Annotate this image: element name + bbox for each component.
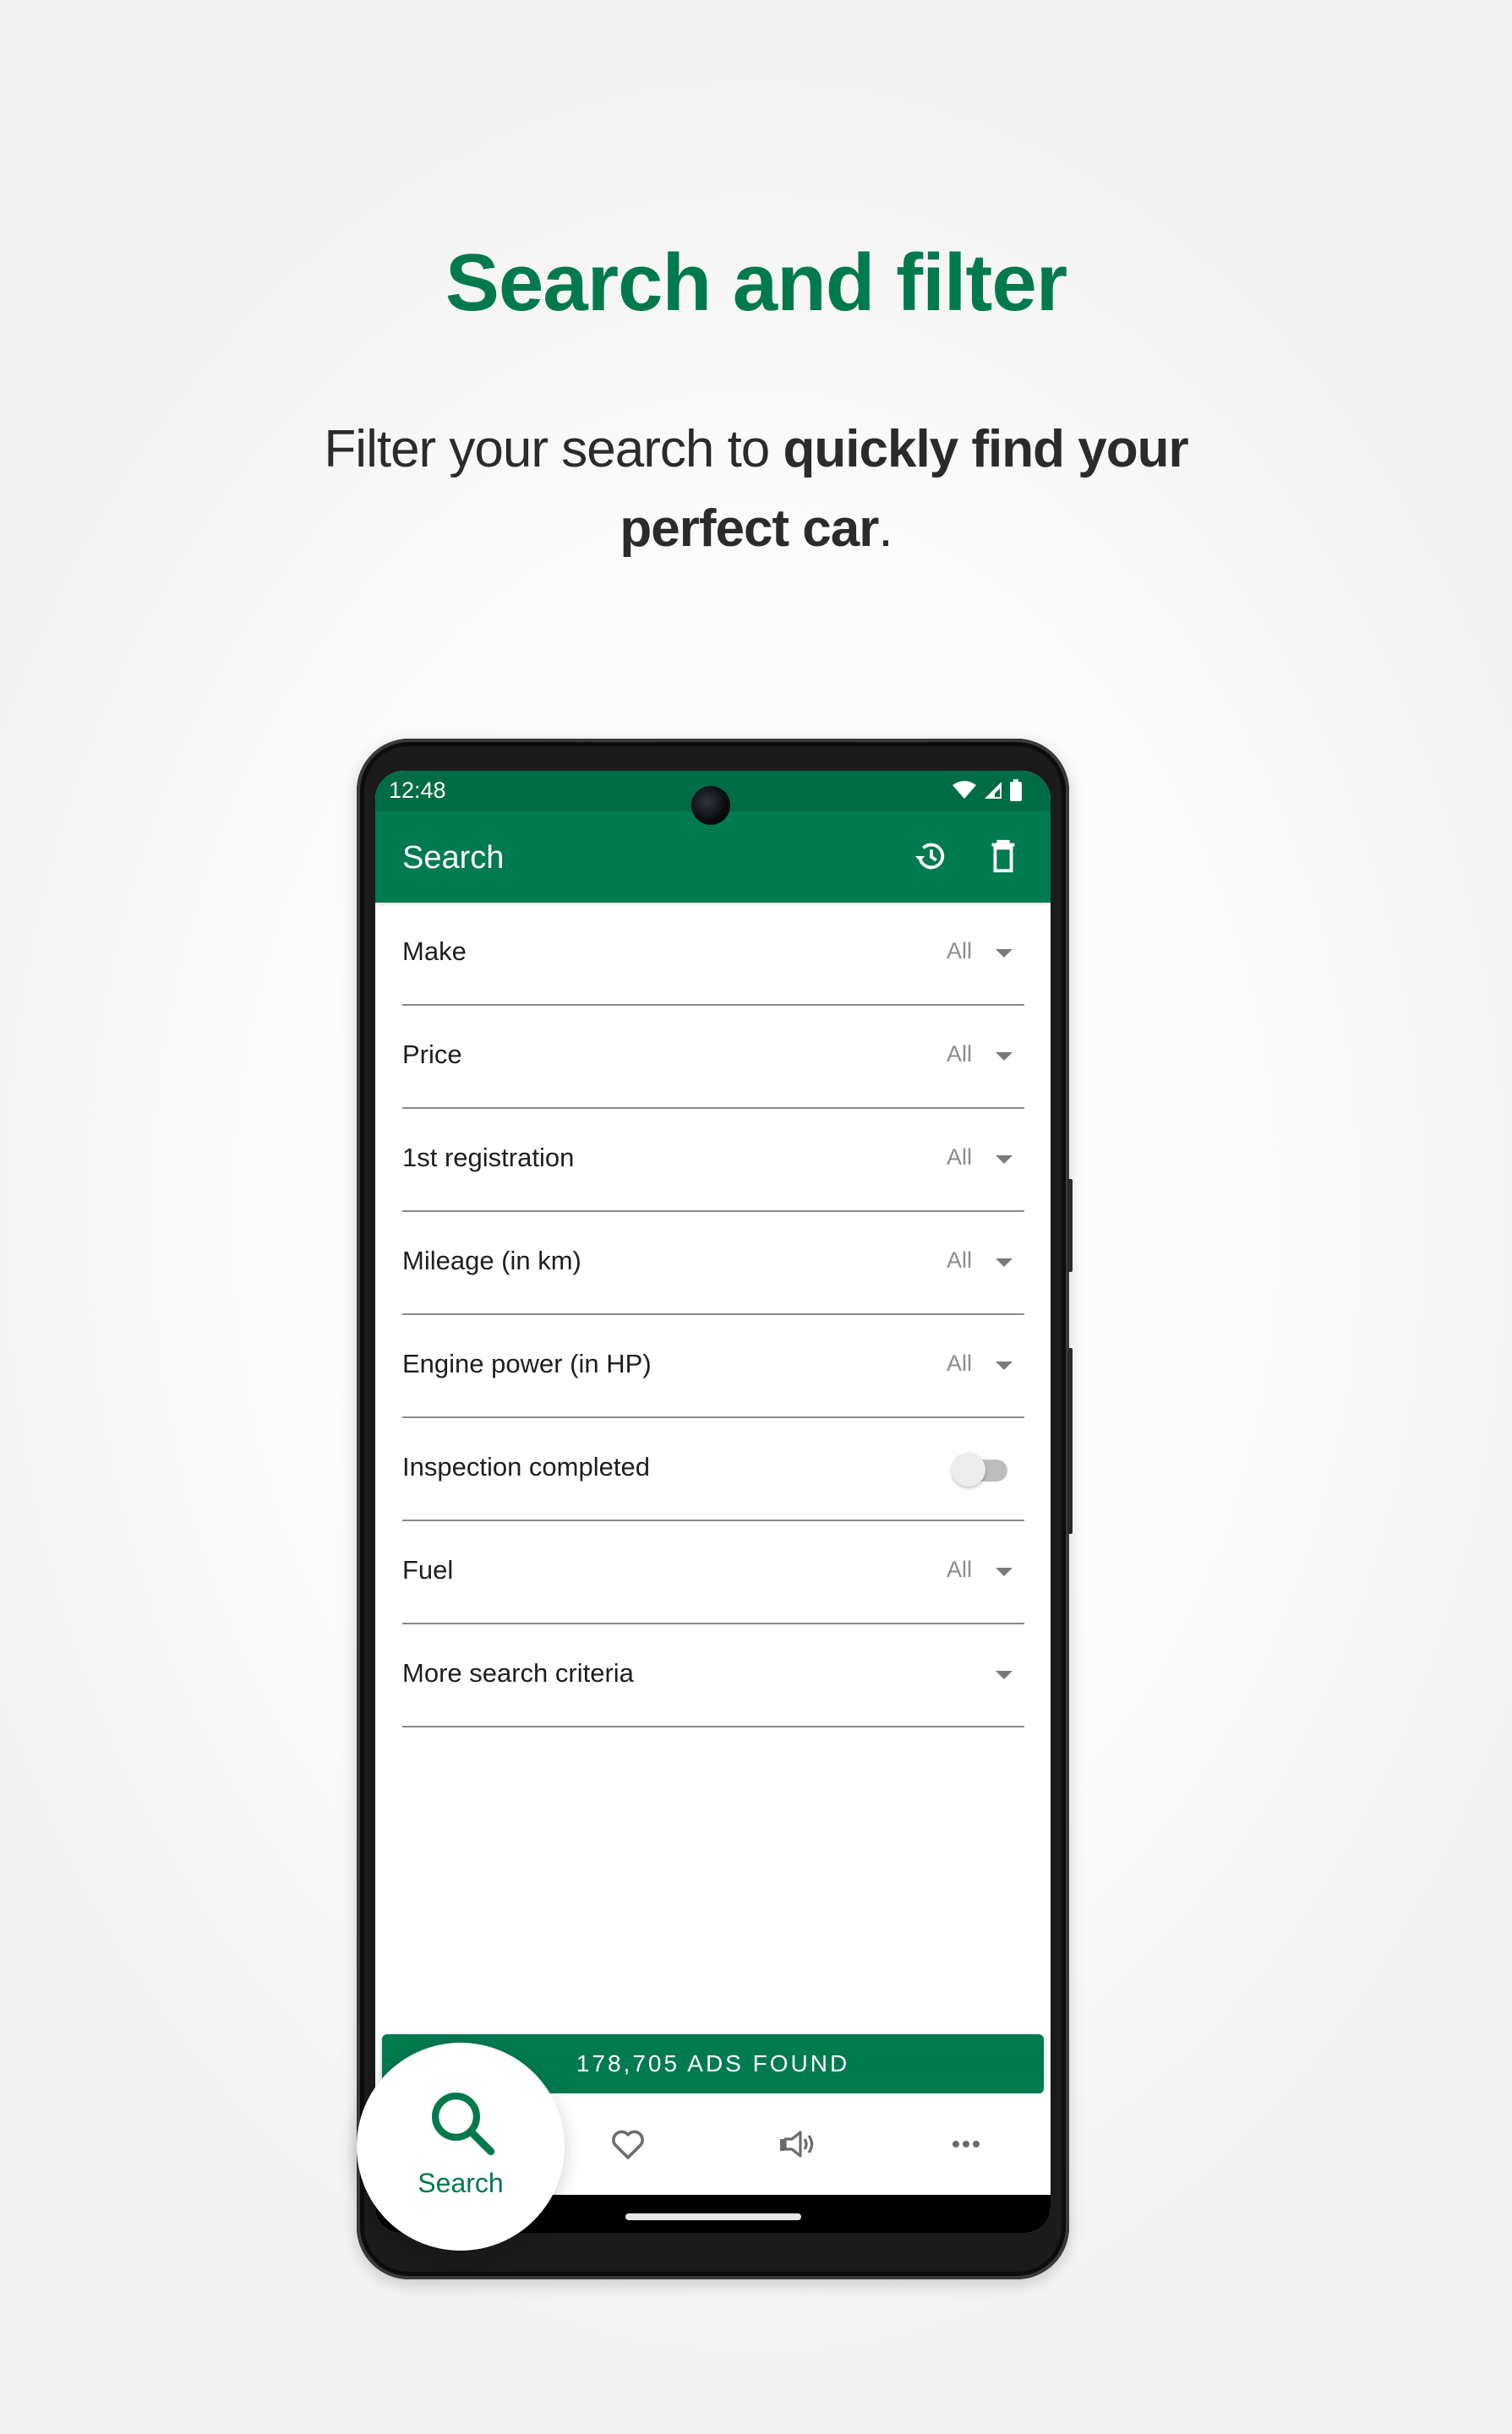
power-button	[1067, 1179, 1073, 1272]
dropdown-arrow-icon	[996, 1052, 1013, 1061]
status-time: 12:48	[389, 778, 446, 803]
filter-label: Make	[402, 936, 467, 966]
filter-label: Engine power (in HP)	[402, 1349, 652, 1378]
dropdown-arrow-icon	[996, 1258, 1013, 1267]
filter-list: Make All Price All 1st registration All …	[402, 903, 1024, 1727]
nav-item-search[interactable]: Search	[357, 2043, 565, 2251]
phone-screen: 12:48 Search Make All Price All 1st regi…	[375, 771, 1051, 2233]
filter-value: All	[946, 1041, 972, 1067]
filter-label: Fuel	[402, 1555, 454, 1585]
home-indicator[interactable]	[625, 2213, 801, 2220]
dropdown-arrow-icon	[996, 1155, 1013, 1164]
filter-value: All	[946, 938, 972, 963]
app-bar: Search	[375, 811, 1051, 903]
filter-more-criteria[interactable]: More search criteria	[402, 1624, 1024, 1727]
filter-label: Mileage (in km)	[402, 1246, 581, 1275]
dropdown-arrow-icon	[996, 949, 1013, 958]
filter-label: 1st registration	[402, 1143, 575, 1172]
front-camera	[691, 786, 730, 825]
subtitle-regular: Filter your search to	[324, 420, 783, 478]
subtitle-bold-1: quickly find your	[783, 420, 1189, 478]
dropdown-arrow-icon	[996, 1362, 1013, 1370]
promo-subtitle: Filter your search to quickly find your …	[254, 410, 1258, 569]
filter-value: All	[946, 1144, 972, 1170]
filter-value: All	[946, 1351, 972, 1376]
app-bar-title: Search	[402, 840, 505, 876]
filter-label: Inspection completed	[402, 1452, 650, 1482]
search-icon	[432, 2093, 495, 2156]
battery-icon	[1010, 779, 1022, 801]
subtitle-end: .	[878, 499, 892, 558]
signal-icon	[985, 782, 1002, 799]
history-icon[interactable]	[911, 837, 950, 876]
filter-inspection-completed: Inspection completed	[402, 1418, 1024, 1521]
filter-engine-power[interactable]: Engine power (in HP) All	[402, 1315, 1024, 1418]
filter-fuel[interactable]: Fuel All	[402, 1521, 1024, 1624]
filter-price[interactable]: Price All	[402, 1006, 1024, 1109]
subtitle-bold-2: perfect car	[620, 499, 879, 558]
dropdown-arrow-icon	[996, 1671, 1013, 1679]
toggle-knob	[952, 1453, 985, 1487]
megaphone-icon[interactable]	[777, 2124, 817, 2164]
filter-label: More search criteria	[402, 1658, 634, 1688]
filter-label: Price	[402, 1040, 462, 1069]
trash-icon[interactable]	[984, 837, 1023, 876]
filter-make[interactable]: Make All	[402, 903, 1024, 1006]
filter-value: All	[946, 1557, 972, 1582]
dropdown-arrow-icon	[996, 1568, 1013, 1576]
more-dots-icon[interactable]	[946, 2124, 986, 2164]
nav-item-search-label: Search	[418, 2168, 504, 2198]
volume-button	[1067, 1348, 1073, 1534]
filter-value: All	[946, 1247, 972, 1273]
filter-first-registration[interactable]: 1st registration All	[402, 1109, 1024, 1212]
heart-icon[interactable]	[608, 2124, 648, 2164]
inspection-toggle[interactable]	[952, 1453, 1007, 1487]
filter-mileage[interactable]: Mileage (in km) All	[402, 1212, 1024, 1315]
wifi-icon	[953, 781, 976, 799]
promo-headline: Search and filter	[445, 237, 1067, 328]
